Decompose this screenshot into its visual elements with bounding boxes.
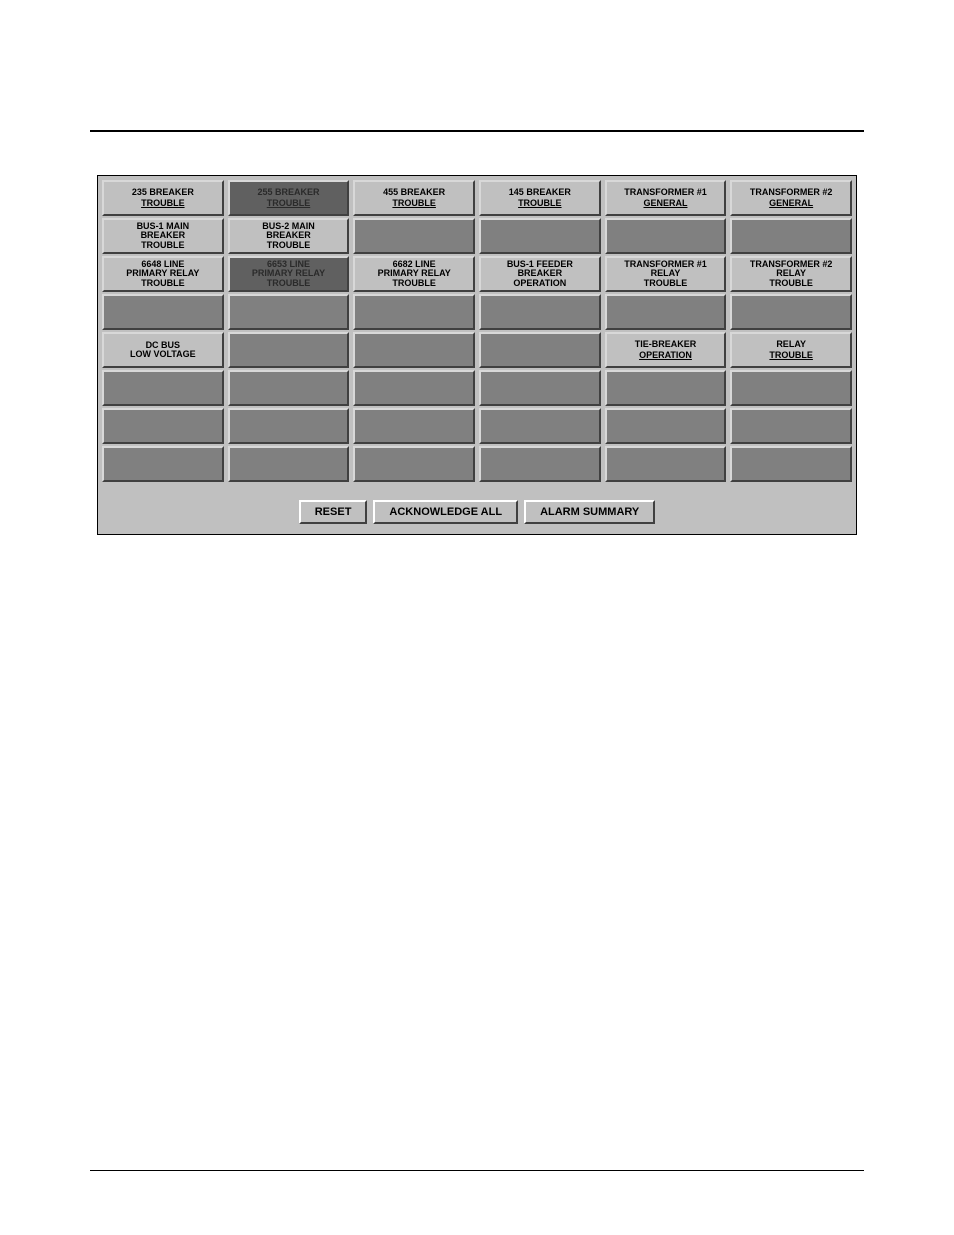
button-row: RESET ACKNOWLEDGE ALL ALARM SUMMARY [102,500,852,524]
annunciator-cell-empty [353,218,475,254]
annunciator-cell[interactable]: TRANSFORMER #2 RELAY TROUBLE [730,256,852,292]
annunciator-cell-text: 6682 LINE PRIMARY RELAY TROUBLE [378,260,451,288]
annunciator-cell-empty [102,408,224,444]
annunciator-cell-status: OPERATION [639,351,692,360]
annunciator-cell-title: 145 BREAKER [509,188,571,197]
annunciator-cell-empty [479,446,601,482]
annunciator-cell-status: TROUBLE [267,199,311,208]
annunciator-cell-empty [479,408,601,444]
annunciator-cell[interactable]: 145 BREAKER TROUBLE [479,180,601,216]
annunciator-cell-empty [730,218,852,254]
annunciator-cell-empty [730,370,852,406]
annunciator-cell-text: TRANSFORMER #2 RELAY TROUBLE [750,260,833,288]
annunciator-cell-title: 255 BREAKER [257,188,319,197]
annunciator-cell-status: TROUBLE [141,199,185,208]
annunciator-cell[interactable]: TRANSFORMER #1 GENERAL [605,180,727,216]
annunciator-cell[interactable]: RELAY TROUBLE [730,332,852,368]
annunciator-cell-empty [605,370,727,406]
annunciator-cell-empty [479,332,601,368]
alarm-summary-button[interactable]: ALARM SUMMARY [524,500,655,524]
annunciator-cell-empty [479,218,601,254]
annunciator-cell-empty [605,446,727,482]
annunciator-cell[interactable]: TRANSFORMER #1 RELAY TROUBLE [605,256,727,292]
annunciator-cell[interactable]: 6653 LINE PRIMARY RELAY TROUBLE [228,256,350,292]
annunciator-cell-empty [102,294,224,330]
annunciator-cell[interactable]: BUS-1 FEEDER BREAKER OPERATION [479,256,601,292]
annunciator-cell-title: 455 BREAKER [383,188,445,197]
top-rule [90,130,864,132]
annunciator-cell[interactable]: 6648 LINE PRIMARY RELAY TROUBLE [102,256,224,292]
annunciator-cell-empty [605,218,727,254]
annunciator-cell-text: 6653 LINE PRIMARY RELAY TROUBLE [252,260,325,288]
annunciator-cell[interactable]: TIE-BREAKER OPERATION [605,332,727,368]
annunciator-cell-title: TRANSFORMER #2 [750,188,833,197]
annunciator-panel: 235 BREAKERTROUBLE255 BREAKERTROUBLE455 … [97,175,857,535]
annunciator-cell-status: TROUBLE [769,351,813,360]
annunciator-cell-empty [353,408,475,444]
reset-button[interactable]: RESET [299,500,368,524]
annunciator-cell-empty [353,332,475,368]
annunciator-cell-empty [228,294,350,330]
annunciator-cell-empty [228,370,350,406]
annunciator-cell[interactable]: TRANSFORMER #2 GENERAL [730,180,852,216]
annunciator-cell-empty [353,294,475,330]
annunciator-cell-empty [479,370,601,406]
annunciator-cell-empty [730,408,852,444]
annunciator-cell-title: TIE-BREAKER [635,340,697,349]
annunciator-cell-text: DC BUS LOW VOLTAGE [130,341,196,360]
annunciator-cell[interactable]: 235 BREAKER TROUBLE [102,180,224,216]
annunciator-cell-status: GENERAL [769,199,813,208]
annunciator-cell-empty [730,294,852,330]
annunciator-cell-empty [102,370,224,406]
annunciator-cell-status: GENERAL [643,199,687,208]
annunciator-cell[interactable]: 455 BREAKER TROUBLE [353,180,475,216]
page: 235 BREAKERTROUBLE255 BREAKERTROUBLE455 … [0,0,954,1235]
annunciator-cell-empty [605,294,727,330]
annunciator-cell[interactable]: DC BUS LOW VOLTAGE [102,332,224,368]
annunciator-cell-text: 6648 LINE PRIMARY RELAY TROUBLE [126,260,199,288]
annunciator-cell-text: BUS-1 MAIN BREAKER TROUBLE [137,222,190,250]
annunciator-cell-empty [353,370,475,406]
annunciator-cell-empty [353,446,475,482]
annunciator-cell-empty [228,446,350,482]
annunciator-cell-text: BUS-1 FEEDER BREAKER OPERATION [507,260,573,288]
annunciator-cell[interactable]: 6682 LINE PRIMARY RELAY TROUBLE [353,256,475,292]
annunciator-cell-empty [605,408,727,444]
annunciator-cell-empty [228,408,350,444]
annunciator-cell-empty [102,446,224,482]
annunciator-cell-text: BUS-2 MAIN BREAKER TROUBLE [262,222,315,250]
annunciator-cell[interactable]: 255 BREAKER TROUBLE [228,180,350,216]
annunciator-cell-text: TRANSFORMER #1 RELAY TROUBLE [624,260,707,288]
annunciator-cell[interactable]: BUS-1 MAIN BREAKER TROUBLE [102,218,224,254]
annunciator-cell-title: 235 BREAKER [132,188,194,197]
annunciator-cell-title: TRANSFORMER #1 [624,188,707,197]
annunciator-cell-status: TROUBLE [392,199,436,208]
bottom-rule [90,1170,864,1171]
annunciator-grid: 235 BREAKERTROUBLE255 BREAKERTROUBLE455 … [102,180,852,482]
annunciator-cell-empty [228,332,350,368]
annunciator-cell-empty [730,446,852,482]
annunciator-cell-status: TROUBLE [518,199,562,208]
annunciator-cell-title: RELAY [776,340,806,349]
annunciator-cell-empty [479,294,601,330]
acknowledge-all-button[interactable]: ACKNOWLEDGE ALL [373,500,518,524]
annunciator-cell[interactable]: BUS-2 MAIN BREAKER TROUBLE [228,218,350,254]
